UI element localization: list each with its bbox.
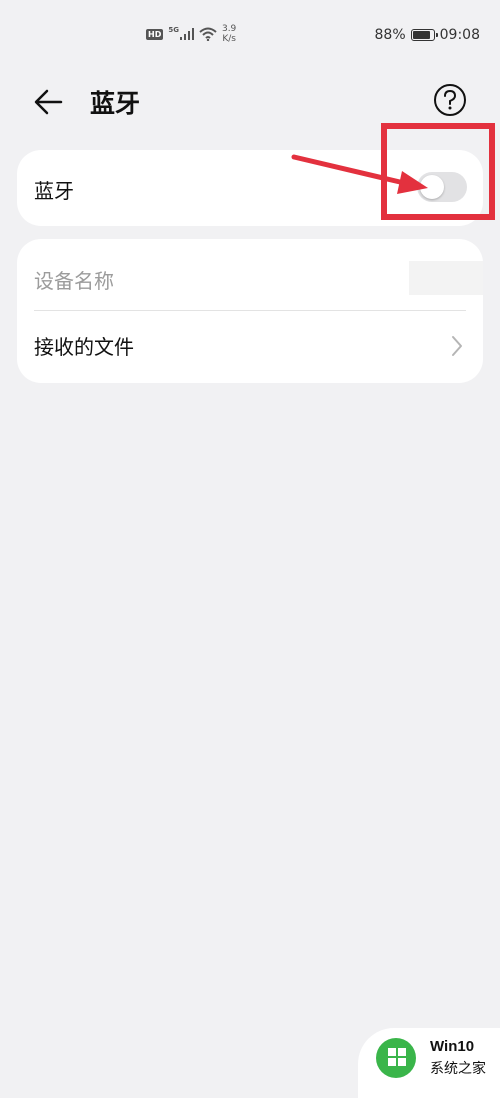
watermark: Win10 系统之家 bbox=[358, 1028, 500, 1098]
watermark-line1: Win10 bbox=[430, 1038, 475, 1055]
back-button[interactable] bbox=[30, 82, 70, 122]
speed-unit: K/s bbox=[222, 34, 236, 44]
device-name-value bbox=[409, 261, 483, 295]
battery-level-fill bbox=[412, 31, 431, 39]
received-files-item[interactable]: 接收的文件 bbox=[17, 311, 483, 383]
page-title: 蓝牙 bbox=[90, 89, 141, 118]
settings-card: 设备名称 接收的文件 bbox=[17, 239, 483, 383]
network-type: 5G bbox=[168, 26, 179, 34]
chevron-right-icon bbox=[452, 336, 462, 356]
hd-badge: HD bbox=[146, 28, 164, 40]
status-left: HD 5G 3.9 K/s bbox=[146, 24, 236, 44]
battery-percent: 88% bbox=[374, 27, 406, 43]
speed-value: 3.9 bbox=[221, 24, 237, 34]
wifi-icon bbox=[199, 27, 217, 41]
clock: 09:08 bbox=[439, 27, 480, 43]
back-arrow-icon bbox=[34, 89, 63, 115]
battery-icon bbox=[410, 29, 438, 41]
annotation-highlight-box bbox=[381, 123, 495, 220]
help-button[interactable] bbox=[432, 82, 468, 118]
device-name-label: 设备名称 bbox=[34, 269, 114, 293]
help-icon bbox=[434, 84, 466, 116]
watermark-line2: 系统之家 bbox=[430, 1061, 486, 1077]
status-bar: HD 5G 3.9 K/s 88% 09:08 bbox=[0, 0, 500, 72]
network-speed: 3.9 K/s bbox=[222, 24, 236, 44]
windows-logo-icon bbox=[376, 1038, 416, 1078]
status-right: 88% 09:08 bbox=[375, 27, 480, 43]
header: 蓝牙 bbox=[0, 78, 500, 122]
bluetooth-label: 蓝牙 bbox=[34, 179, 74, 203]
signal-icon bbox=[179, 28, 194, 40]
received-files-label: 接收的文件 bbox=[34, 335, 134, 359]
